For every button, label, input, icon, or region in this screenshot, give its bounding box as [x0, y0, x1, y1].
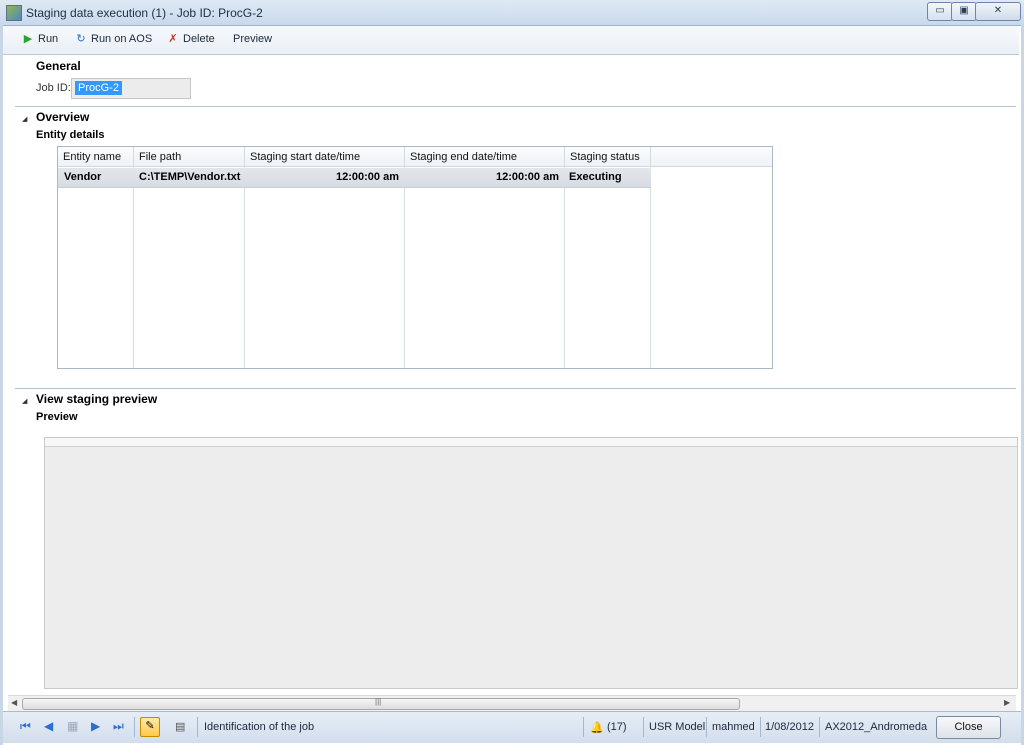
close-button[interactable]: Close	[936, 716, 1001, 739]
delete-icon: ✗	[168, 33, 178, 45]
column-header-entity-name[interactable]: Entity name	[58, 147, 134, 167]
maximize-button[interactable]: ▣	[951, 2, 977, 21]
delete-button[interactable]: ✗ Delete	[167, 31, 215, 48]
cell-entity-name: Vendor	[64, 171, 102, 183]
job-id-value: ProcG-2	[75, 81, 122, 95]
cell-staging-status: Executing	[569, 171, 622, 183]
run-button[interactable]: ▶ Run	[22, 31, 58, 48]
column-header-filler	[651, 147, 772, 167]
previous-record-icon[interactable]: ◀	[44, 719, 53, 733]
help-text: Identification of the job	[204, 721, 315, 733]
scroll-left-icon[interactable]: ◀	[11, 698, 17, 707]
preview-grid-header	[45, 438, 1017, 447]
next-record-icon[interactable]: ▶	[91, 719, 100, 733]
first-record-icon[interactable]: ⏮	[20, 719, 31, 734]
status-separator	[760, 717, 761, 737]
section-divider	[15, 106, 1016, 107]
table-row[interactable]: Vendor C:\TEMP\Vendor.txt 12:00:00 am 12…	[58, 168, 651, 188]
status-separator	[643, 717, 644, 737]
status-separator	[134, 717, 135, 737]
status-separator	[583, 717, 584, 737]
overview-section-title[interactable]: Overview	[36, 110, 89, 124]
minimize-button[interactable]: ▭	[927, 2, 953, 21]
column-header-staging-start[interactable]: Staging start date/time	[245, 147, 405, 167]
column-header-staging-status[interactable]: Staging status	[565, 147, 651, 167]
preview-title: Preview	[36, 411, 78, 423]
user-indicator: mahmed	[712, 721, 755, 733]
preview-label: Preview	[233, 33, 273, 45]
staging-preview-section-title[interactable]: View staging preview	[36, 392, 157, 406]
section-divider	[15, 388, 1016, 389]
status-separator	[197, 717, 198, 737]
column-header-file-path[interactable]: File path	[134, 147, 245, 167]
delete-label: Delete	[183, 33, 215, 45]
collapse-icon[interactable]: ◢	[22, 397, 27, 405]
entity-details-title: Entity details	[36, 129, 105, 141]
instance-indicator: AX2012_Andromeda	[825, 721, 928, 733]
column-divider	[564, 167, 565, 368]
window-title: Staging data execution (1) - Job ID: Pro…	[26, 6, 263, 20]
run-on-aos-label: Run on AOS	[91, 33, 153, 45]
status-separator	[819, 717, 820, 737]
collapse-icon[interactable]: ◢	[22, 115, 27, 123]
run-label: Run	[38, 33, 59, 45]
cell-staging-start: 12:00:00 am	[336, 171, 399, 183]
grid-icon[interactable]: ▦	[67, 719, 78, 733]
notification-bell-icon[interactable]: 🔔	[590, 721, 604, 734]
cell-staging-end: 12:00:00 am	[496, 171, 559, 183]
status-bar: ⏮ ◀ ▦ ▶ ⏭ ✎ ▤ Identification of the job …	[3, 711, 1021, 743]
model-indicator: USR Model	[649, 721, 706, 733]
action-pane: ▶ Run ↻ Run on AOS ✗ Delete Preview	[3, 26, 1019, 55]
session-date: 1/08/2012	[765, 721, 814, 733]
document-icon[interactable]: ▤	[175, 720, 185, 733]
status-separator	[706, 717, 707, 737]
scroll-right-icon[interactable]: ▶	[1004, 698, 1010, 707]
run-on-aos-icon: ↻	[76, 33, 86, 45]
notification-count[interactable]: (17)	[607, 721, 627, 733]
column-divider	[244, 167, 245, 368]
staging-preview-grid[interactable]	[44, 437, 1018, 689]
job-id-label: Job ID:	[36, 82, 71, 94]
preview-button[interactable]: Preview	[233, 31, 272, 48]
column-divider	[650, 167, 651, 368]
column-divider	[133, 167, 134, 368]
edit-icon[interactable]: ✎	[140, 717, 160, 737]
job-id-field[interactable]: ProcG-2	[71, 78, 191, 99]
horizontal-scrollbar[interactable]: ◀ ||| ▶	[8, 695, 1016, 711]
last-record-icon[interactable]: ⏭	[113, 719, 124, 734]
window-border-left	[0, 25, 3, 745]
cell-file-path: C:\TEMP\Vendor.txt	[139, 171, 241, 183]
run-on-aos-button[interactable]: ↻ Run on AOS	[75, 31, 152, 48]
column-header-staging-end[interactable]: Staging end date/time	[405, 147, 565, 167]
scrollbar-thumb[interactable]: |||	[22, 697, 740, 710]
column-divider	[404, 167, 405, 368]
run-icon: ▶	[23, 33, 33, 45]
window-close-button[interactable]: ✕	[975, 2, 1021, 21]
app-icon	[6, 5, 22, 21]
entity-details-grid[interactable]: Entity name File path Staging start date…	[57, 146, 773, 369]
general-section-title: General	[36, 59, 81, 73]
scrollbar-grip-icon: |||	[375, 697, 382, 706]
title-bar: Staging data execution (1) - Job ID: Pro…	[0, 0, 1024, 26]
